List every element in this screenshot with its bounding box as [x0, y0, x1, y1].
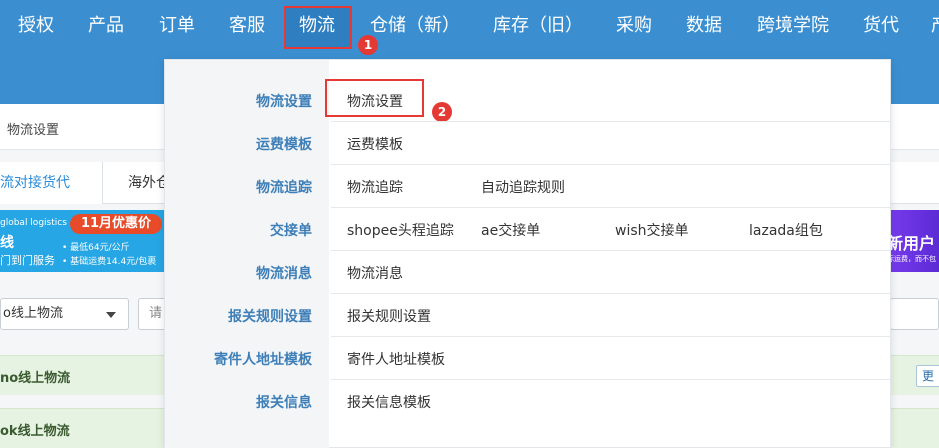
filter-select-value: o线上物流: [3, 306, 63, 321]
promo-banner[interactable]: global logistics 11月优惠价 线 门到门服务 • 最低64元/…: [0, 210, 165, 272]
menu-item-ae-handover[interactable]: ae交接单: [481, 220, 540, 240]
banner-right-title: 新用户: [887, 234, 936, 253]
chevron-down-icon: [106, 312, 116, 318]
menu-category-sender-address[interactable]: 寄件人地址模板: [214, 349, 312, 369]
main-nav: 授权 产品 订单 客服 物流 仓储（新） 库存（旧） 采购 数据 跨境学院 货代…: [0, 0, 939, 52]
menu-item-auto-tracking-rules[interactable]: 自动追踪规则: [481, 177, 565, 197]
nav-item-warehouse-new[interactable]: 仓储（新）: [370, 0, 460, 52]
menu-category-logistics-settings[interactable]: 物流设置: [256, 91, 312, 111]
menu-item-logistics-messages[interactable]: 物流消息: [347, 263, 403, 283]
breadcrumb: 物流设置: [7, 123, 60, 138]
menu-item-sender-address-template[interactable]: 寄件人地址模板: [347, 349, 445, 369]
row-divider: [331, 164, 891, 165]
menu-category-handover[interactable]: 交接单: [270, 220, 312, 240]
more-button[interactable]: 更多: [916, 365, 939, 387]
menu-item-lazada-package[interactable]: lazada组包: [749, 220, 823, 240]
logistics-dropdown-menu: 物流设置 运费模板 物流追踪 交接单 物流消息 报关规则设置 寄件人地址模板 报…: [164, 59, 891, 448]
nav-item-overflow[interactable]: 产: [931, 0, 939, 52]
banner-line1: 线: [0, 235, 14, 251]
menu-item-logistics-tracking[interactable]: 物流追踪: [347, 177, 403, 197]
logistics-filter-select[interactable]: o线上物流: [0, 298, 129, 330]
menu-item-wish-handover[interactable]: wish交接单: [615, 220, 689, 240]
row-divider: [331, 207, 891, 208]
row-divider: [331, 293, 891, 294]
row-divider: [331, 379, 891, 380]
banner-global-text: global logistics: [0, 218, 67, 228]
menu-category-messages[interactable]: 物流消息: [256, 263, 312, 283]
menu-item-shopee-tracking[interactable]: shopee头程追踪: [347, 220, 454, 240]
group-label: ok线上物流: [0, 424, 70, 439]
menu-item-freight-template[interactable]: 运费模板: [347, 134, 403, 154]
menu-item-customs-info-template[interactable]: 报关信息模板: [347, 392, 431, 412]
banner-price-tag: 11月优惠价: [70, 214, 162, 234]
step-badge-2: 2: [432, 102, 452, 122]
menu-category-freight-template[interactable]: 运费模板: [256, 134, 312, 154]
tab-forwarder[interactable]: 流对接货代: [0, 162, 103, 204]
nav-item-logistics[interactable]: 物流: [299, 0, 335, 52]
nav-item-customer-service[interactable]: 客服: [229, 0, 265, 52]
filter-right-control[interactable]: [890, 298, 939, 330]
row-divider: [331, 336, 891, 337]
nav-item-academy[interactable]: 跨境学院: [757, 0, 829, 52]
nav-item-products[interactable]: 产品: [88, 0, 124, 52]
menu-category-column: 物流设置 运费模板 物流追踪 交接单 物流消息 报关规则设置 寄件人地址模板 报…: [165, 60, 329, 448]
menu-item-logistics-settings[interactable]: 物流设置: [347, 91, 403, 111]
banner-price2: • 基础运费14.4元/包裹: [62, 257, 157, 267]
menu-item-customs-rules[interactable]: 报关规则设置: [347, 306, 431, 326]
banner-right-sub: 际运费，而不包: [887, 255, 936, 263]
nav-item-data[interactable]: 数据: [686, 0, 722, 52]
nav-item-orders[interactable]: 订单: [159, 0, 195, 52]
nav-item-inventory-old[interactable]: 库存（旧）: [493, 0, 583, 52]
group-label: no线上物流: [0, 371, 71, 386]
nav-item-freight[interactable]: 货代: [863, 0, 899, 52]
nav-item-purchasing[interactable]: 采购: [616, 0, 652, 52]
menu-category-customs-info[interactable]: 报关信息: [256, 392, 312, 412]
menu-category-tracking[interactable]: 物流追踪: [256, 177, 312, 197]
row-divider: [331, 121, 891, 122]
menu-category-customs-rules[interactable]: 报关规则设置: [228, 306, 312, 326]
banner-price1: • 最低64元/公斤: [62, 243, 130, 253]
banner-line2: 门到门服务: [0, 254, 55, 267]
nav-item-authorize[interactable]: 授权: [18, 0, 54, 52]
step-badge-1: 1: [358, 35, 378, 55]
promo-banner-right[interactable]: 新用户 际运费，而不包: [884, 210, 939, 272]
row-divider: [331, 250, 891, 251]
